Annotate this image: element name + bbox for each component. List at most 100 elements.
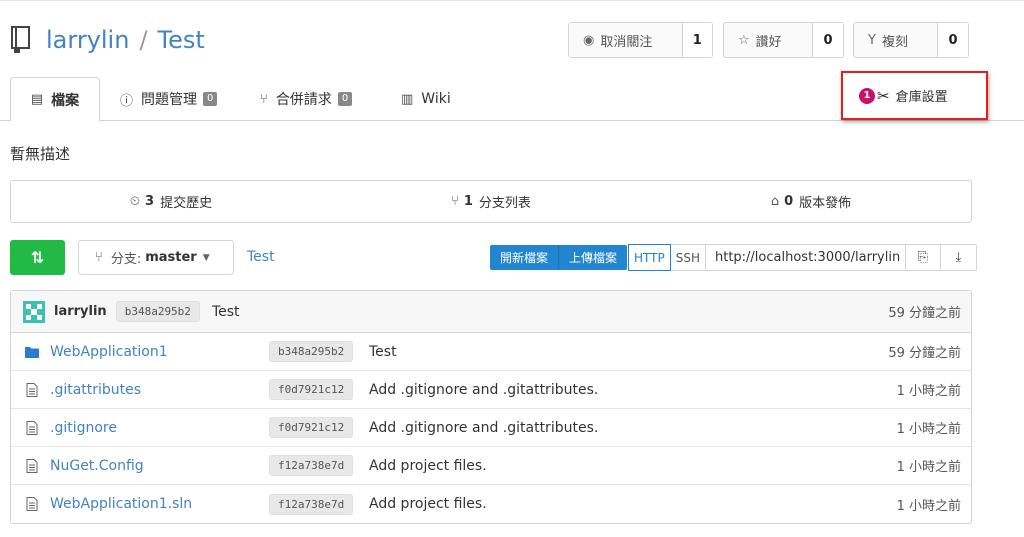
folder-icon xyxy=(25,346,39,358)
download-icon: ⤓ xyxy=(955,250,962,265)
file-commit-message[interactable]: Test xyxy=(369,344,397,360)
book-icon: ▥ xyxy=(401,91,414,107)
fork-label: 複刻 xyxy=(881,34,908,50)
tab-wiki-label: Wiki xyxy=(421,91,451,107)
repo-description: 暫無描述 xyxy=(10,145,71,163)
branch-prefix: 分支: xyxy=(110,252,142,267)
http-clone-button[interactable]: HTTP xyxy=(628,244,671,271)
copy-url-button[interactable]: ⎘ xyxy=(906,245,941,270)
history-icon: ⏲ xyxy=(129,194,141,209)
commits-count: 3 xyxy=(145,194,155,209)
unwatch-button[interactable]: ◉ 取消關注 xyxy=(569,23,683,57)
star-label: 讚好 xyxy=(755,34,782,50)
branch-icon: ⑂ xyxy=(95,250,103,265)
file-actions-group: 開新檔案 上傳檔案 xyxy=(490,245,628,270)
file-commit-time: 1 小時之前 xyxy=(896,498,961,514)
file-text-icon: ▤ xyxy=(30,92,44,107)
star-icon: ☆ xyxy=(738,32,750,48)
tab-wiki[interactable]: ▥ Wiki xyxy=(401,77,451,121)
star-count[interactable]: 0 xyxy=(813,23,843,57)
file-text-icon xyxy=(26,382,38,397)
releases-stat[interactable]: ⌂ 0 版本發佈 xyxy=(651,181,971,222)
commits-stat[interactable]: ⏲ 3 提交歷史 xyxy=(11,181,331,222)
file-commit-message[interactable]: Add .gitignore and .gitattributes. xyxy=(369,420,598,436)
tab-files-label: 檔案 xyxy=(51,92,80,109)
tag-icon: ⌂ xyxy=(770,194,780,209)
repo-title: larrylin / Test xyxy=(46,26,205,54)
commits-label: 提交歷史 xyxy=(160,196,213,211)
repo-name-link[interactable]: Test xyxy=(158,26,205,54)
tab-issues[interactable]: ⓘ 問題管理 0 xyxy=(120,77,218,121)
repo-owner-link[interactable]: larrylin xyxy=(46,26,129,54)
file-commit-sha[interactable]: f0d7921c12 xyxy=(269,379,354,400)
file-text-icon xyxy=(26,458,38,473)
table-row: .gitignore f0d7921c12 Add .gitignore and… xyxy=(11,409,971,447)
repo-title-separator: / xyxy=(139,26,148,54)
branches-stat[interactable]: ⑂ 1 分支列表 xyxy=(331,181,651,222)
file-table: larrylin b348a295b2 Test 59 分鐘之前 WebAppl… xyxy=(10,290,972,524)
file-commit-sha[interactable]: f12a738e7d xyxy=(269,493,354,515)
issues-count-badge: 0 xyxy=(203,92,218,106)
branch-name: master xyxy=(145,250,197,265)
watch-count[interactable]: 1 xyxy=(682,23,712,57)
fork-group: Y 複刻 0 xyxy=(853,22,969,58)
releases-label: 版本發佈 xyxy=(799,196,852,211)
clone-panel: HTTP SSH http://localhost:3000/larrylin … xyxy=(628,244,977,271)
file-commit-time: 1 小時之前 xyxy=(896,460,961,475)
file-text-icon xyxy=(26,420,38,435)
download-button[interactable]: ⤓ xyxy=(941,245,976,270)
tab-issues-label: 問題管理 xyxy=(141,92,198,108)
tab-settings-label: 倉庫設置 xyxy=(895,90,948,105)
file-commit-sha[interactable]: f0d7921c12 xyxy=(269,417,354,438)
breadcrumb[interactable]: Test xyxy=(247,249,275,265)
repo-book-icon xyxy=(11,26,30,53)
repo-stats-bar: ⏲ 3 提交歷史 ⑂ 1 分支列表 ⌂ 0 版本發佈 xyxy=(10,180,972,223)
pull-requests-count-badge: 0 xyxy=(337,92,353,106)
tools-icon: ✂ xyxy=(877,86,890,105)
upload-file-button[interactable]: 上傳檔案 xyxy=(558,245,628,270)
new-file-button[interactable]: 開新檔案 xyxy=(490,245,559,270)
table-row: .gitattributes f0d7921c12 Add .gitignore… xyxy=(11,371,971,409)
tab-pull-requests-label: 合併請求 xyxy=(275,92,332,108)
star-group: ☆ 讚好 0 xyxy=(723,22,844,58)
file-name-link[interactable]: .gitattributes xyxy=(50,382,141,398)
tab-pull-requests[interactable]: ⑂ 合併請求 0 xyxy=(260,77,353,121)
file-name-link[interactable]: WebApplication1 xyxy=(50,344,168,360)
file-commit-message[interactable]: Add project files. xyxy=(369,458,487,474)
table-row: WebApplication1.sln f12a738e7d Add proje… xyxy=(11,485,971,523)
commit-sha[interactable]: b348a295b2 xyxy=(115,301,200,322)
file-commit-time: 1 小時之前 xyxy=(896,422,961,437)
compare-button[interactable]: ⇅ xyxy=(10,240,65,275)
unwatch-label: 取消關注 xyxy=(600,34,653,50)
clone-url-input[interactable]: http://localhost:3000/larrylin xyxy=(706,245,906,270)
tab-files[interactable]: ▤ 檔案 xyxy=(10,77,100,122)
annotation-number-badge: 1 xyxy=(859,87,875,104)
avatar[interactable] xyxy=(23,300,45,323)
table-row: NuGet.Config f12a738e7d Add project file… xyxy=(11,447,971,485)
file-commit-message[interactable]: Add .gitignore and .gitattributes. xyxy=(369,382,598,398)
pull-request-icon: ⑂ xyxy=(260,91,268,107)
fork-button[interactable]: Y 複刻 xyxy=(854,23,938,57)
commit-message: Test xyxy=(211,303,240,320)
releases-count: 0 xyxy=(784,194,794,209)
branch-dropdown[interactable]: ⑂ 分支: master ▼ xyxy=(78,240,234,275)
branches-label: 分支列表 xyxy=(478,196,531,211)
file-name-link[interactable]: NuGet.Config xyxy=(50,458,144,474)
commit-author[interactable]: larrylin xyxy=(54,304,107,319)
file-name-link[interactable]: .gitignore xyxy=(50,420,117,436)
table-row: WebApplication1 b348a295b2 Test 59 分鐘之前 xyxy=(11,333,971,371)
file-commit-message[interactable]: Add project files. xyxy=(369,496,487,512)
branch-icon: ⑂ xyxy=(451,194,459,209)
top-border xyxy=(0,0,1024,1)
unwatch-group: ◉ 取消關注 1 xyxy=(568,22,713,58)
branches-count: 1 xyxy=(463,194,473,209)
star-button[interactable]: ☆ 讚好 xyxy=(724,23,813,57)
file-commit-sha[interactable]: f12a738e7d xyxy=(269,455,354,476)
file-name-link[interactable]: WebApplication1.sln xyxy=(50,496,192,512)
tab-settings[interactable]: 1 ✂ 倉庫設置 xyxy=(841,71,988,120)
fork-count[interactable]: 0 xyxy=(938,23,968,57)
file-commit-sha[interactable]: b348a295b2 xyxy=(269,341,354,362)
compare-icon: ⇅ xyxy=(30,248,45,267)
ssh-clone-button[interactable]: SSH xyxy=(671,245,706,270)
file-commit-time: 1 小時之前 xyxy=(896,384,961,399)
